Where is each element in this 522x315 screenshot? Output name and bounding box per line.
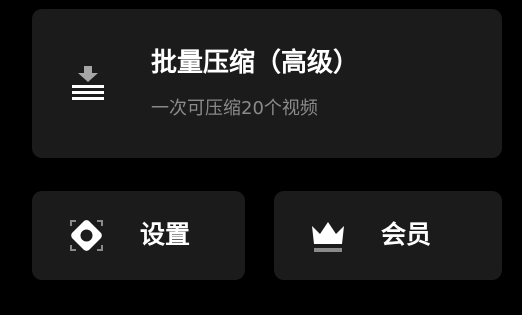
- crown-icon: [312, 222, 344, 252]
- batch-compress-title: 批量压缩（高级）: [151, 48, 360, 78]
- batch-compress-card[interactable]: 批量压缩（高级） 一次可压缩20个视频: [32, 9, 502, 158]
- batch-compress-subtitle: 一次可压缩20个视频: [151, 98, 318, 119]
- settings-button[interactable]: 设置: [32, 191, 245, 280]
- settings-label: 设置: [140, 220, 191, 249]
- vip-button[interactable]: 会员: [274, 191, 502, 280]
- compress-download-icon: [72, 66, 104, 100]
- settings-diamond-icon: [70, 220, 103, 251]
- vip-label: 会员: [381, 220, 432, 249]
